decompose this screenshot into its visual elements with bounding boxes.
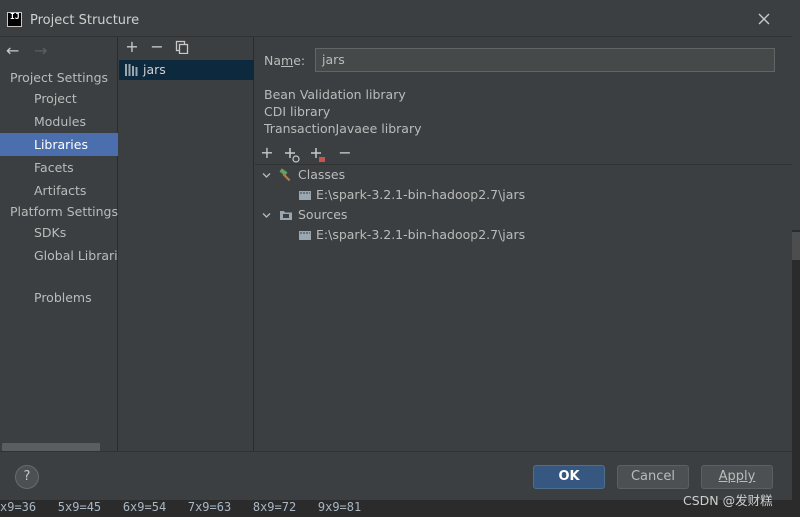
library-kind-bean-validation: Bean Validation library bbox=[264, 87, 406, 102]
window-title: Project Structure bbox=[30, 13, 140, 28]
sidebar-item-problems[interactable]: Problems bbox=[0, 286, 118, 309]
console-output: x9=36 5x9=45 6x9=54 7x9=63 8x9=72 9x9=81 bbox=[0, 500, 800, 517]
name-label-text-a: Na bbox=[264, 53, 282, 68]
hammer-icon bbox=[279, 168, 291, 182]
project-structure-dialog: IJ Project Structure ← → Project Setting… bbox=[0, 0, 792, 500]
sidebar-item-global-libraries[interactable]: Global Libraries bbox=[0, 244, 118, 267]
horizontal-scrollbar[interactable] bbox=[2, 443, 100, 451]
remove-library-button[interactable]: − bbox=[148, 37, 166, 57]
library-name-label: jars bbox=[143, 62, 166, 77]
cancel-button[interactable]: Cancel bbox=[617, 465, 689, 489]
apply-label: Apply bbox=[718, 469, 756, 484]
section-platform-settings: Platform Settings bbox=[10, 204, 118, 219]
library-kind-transaction: TransactionJavaee library bbox=[264, 121, 422, 136]
classes-path: E:\spark-3.2.1-bin-hadoop2.7\jars bbox=[316, 187, 526, 202]
chevron-down-icon[interactable] bbox=[262, 171, 271, 180]
tree-node-sources-path[interactable]: E:\spark-3.2.1-bin-hadoop2.7\jars bbox=[255, 225, 675, 245]
intellij-logo-icon: IJ bbox=[7, 12, 22, 27]
sources-label: Sources bbox=[298, 207, 348, 222]
watermark: CSDN @发财糕 bbox=[683, 493, 773, 508]
sidebar-item-modules[interactable]: Modules bbox=[0, 110, 118, 133]
tree-node-classes[interactable]: Classes bbox=[255, 165, 555, 185]
add-root-button[interactable]: + bbox=[257, 143, 277, 165]
add-external-root-icon[interactable] bbox=[284, 147, 300, 163]
ide-background-panel bbox=[792, 0, 800, 230]
apply-button[interactable]: Apply bbox=[701, 465, 773, 489]
library-name-field[interactable]: jars bbox=[315, 48, 775, 72]
sidebar-item-artifacts[interactable]: Artifacts bbox=[0, 179, 118, 202]
library-kind-cdi: CDI library bbox=[264, 104, 331, 119]
name-label: Name: bbox=[264, 53, 305, 68]
library-icon bbox=[125, 64, 138, 76]
name-label-text-b: e: bbox=[293, 53, 306, 68]
help-button[interactable]: ? bbox=[15, 465, 39, 489]
source-folder-icon bbox=[280, 211, 292, 220]
add-library-button[interactable]: + bbox=[123, 37, 141, 57]
ok-button[interactable]: OK bbox=[533, 465, 605, 489]
list-item-library[interactable]: jars bbox=[119, 60, 254, 80]
sources-path: E:\spark-3.2.1-bin-hadoop2.7\jars bbox=[316, 227, 526, 242]
section-project-settings: Project Settings bbox=[10, 70, 109, 85]
sidebar-item-facets[interactable]: Facets bbox=[0, 156, 118, 179]
remove-root-button[interactable]: − bbox=[335, 143, 355, 165]
chevron-down-icon[interactable] bbox=[262, 211, 271, 220]
library-details: Name: jars Bean Validation library CDI l… bbox=[255, 37, 792, 451]
console-text: x9=36 5x9=45 6x9=54 7x9=63 8x9=72 9x9=81 bbox=[0, 500, 362, 514]
jar-directory-icon bbox=[299, 231, 311, 240]
add-jar-root-icon[interactable] bbox=[310, 147, 326, 163]
ide-background bbox=[792, 0, 800, 500]
close-icon[interactable] bbox=[755, 10, 773, 28]
classes-label: Classes bbox=[298, 167, 346, 182]
tree-node-classes-path[interactable]: E:\spark-3.2.1-bin-hadoop2.7\jars bbox=[255, 185, 675, 205]
roots-tree: Classes E:\spark-3.2.1-bin-hadoop2.7\jar… bbox=[255, 165, 792, 451]
name-label-mnemonic: m bbox=[281, 53, 294, 68]
title-bar: IJ Project Structure bbox=[0, 0, 792, 37]
sidebar-nav: ← → Project Settings Project Modules Lib… bbox=[0, 37, 118, 451]
back-arrow-icon[interactable]: ← bbox=[6, 41, 19, 60]
sidebar-item-libraries[interactable]: Libraries bbox=[0, 133, 118, 156]
roots-toolbar: + − bbox=[255, 143, 792, 165]
dialog-footer: ? OK Cancel Apply bbox=[0, 451, 792, 500]
library-toolbar: + − bbox=[119, 37, 254, 59]
ide-background-tab bbox=[792, 232, 800, 260]
sidebar-item-project[interactable]: Project bbox=[0, 87, 118, 110]
sidebar-item-sdks[interactable]: SDKs bbox=[0, 221, 118, 244]
forward-arrow-icon[interactable]: → bbox=[34, 41, 47, 60]
library-list-panel: + − jars bbox=[119, 37, 254, 451]
copy-library-icon[interactable] bbox=[175, 40, 189, 54]
jar-directory-icon bbox=[299, 191, 311, 200]
tree-node-sources[interactable]: Sources bbox=[255, 205, 555, 225]
